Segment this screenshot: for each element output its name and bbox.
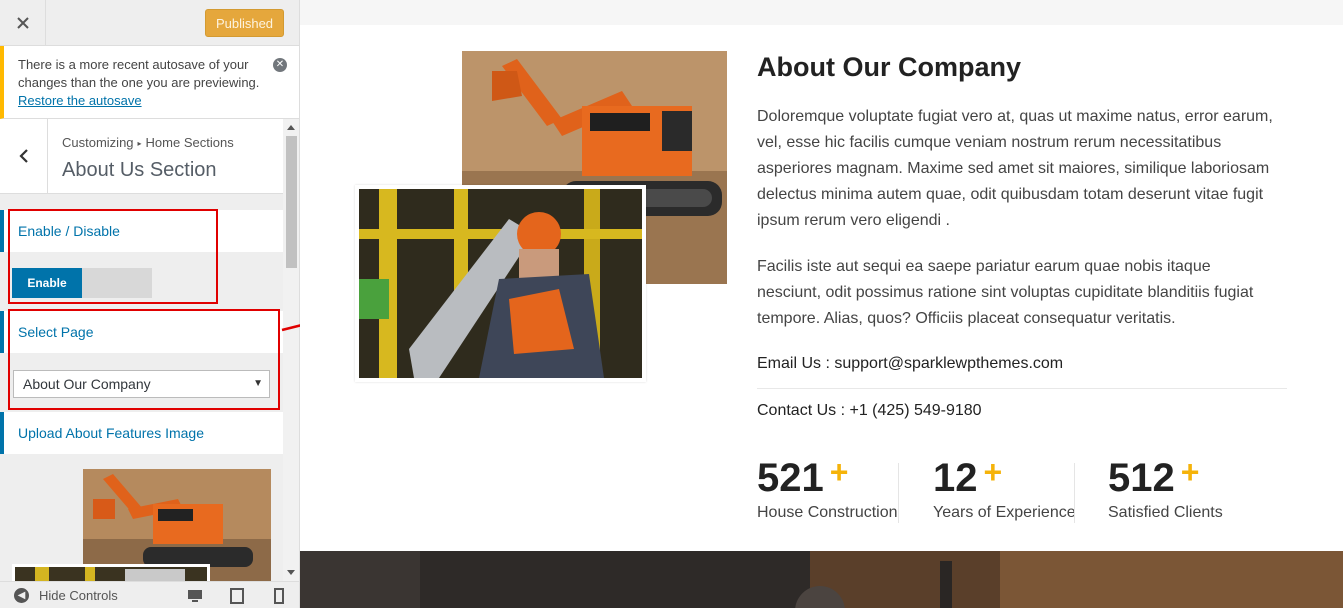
- published-button[interactable]: Published: [205, 9, 284, 37]
- stat-house-construction: 521 + House Construction: [757, 454, 898, 522]
- close-customizer-button[interactable]: [0, 0, 46, 46]
- customizer-footer: ◀ Hide Controls: [0, 581, 299, 608]
- tablet-preview-icon[interactable]: [229, 588, 245, 604]
- worker-photo: [359, 189, 642, 378]
- customizer-sidebar: Published There is a more recent autosav…: [0, 0, 300, 608]
- worker-image-thumb: [15, 567, 207, 581]
- enable-toggle[interactable]: Enable: [12, 268, 152, 298]
- contact-phone: Contact Us : +1 (425) 549-9180: [757, 402, 982, 419]
- dropdown-arrow-icon: ▼: [253, 378, 263, 389]
- page-select-value: About Our Company: [23, 376, 151, 392]
- sidebar-scrollbar[interactable]: [283, 119, 299, 581]
- scroll-thumb[interactable]: [286, 136, 297, 268]
- back-button[interactable]: [0, 119, 48, 193]
- toggle-enable-label: Enable: [12, 268, 82, 298]
- enable-disable-heading: Enable / Disable: [0, 210, 283, 252]
- about-image-worker: [355, 185, 646, 382]
- restore-autosave-link[interactable]: Restore the autosave: [18, 93, 142, 108]
- section-title: About Us Section: [62, 159, 217, 181]
- autosave-notice: There is a more recent autosave of your …: [0, 46, 299, 119]
- dismiss-icon[interactable]: ✕: [273, 58, 287, 72]
- plus-icon: +: [1180, 454, 1200, 490]
- stat-number: 12: [933, 456, 978, 500]
- chevron-left-icon: [18, 149, 28, 163]
- stat-satisfied-clients: 512 + Satisfied Clients: [1108, 454, 1223, 522]
- stat-label: House Construction: [757, 504, 898, 521]
- site-preview: About Our Company Doloremque voluptate f…: [300, 0, 1343, 608]
- about-heading: About Our Company: [757, 52, 1021, 82]
- breadcrumb: Customizing ▸ Home Sections: [62, 135, 234, 150]
- contact-divider: [757, 388, 1287, 389]
- about-paragraph-1: Doloremque voluptate fugiat vero at, qua…: [757, 108, 1273, 229]
- stat-years-experience: 12 + Years of Experience: [933, 454, 1076, 522]
- hide-controls-button[interactable]: ◀ Hide Controls: [14, 588, 118, 603]
- stat-number: 521: [757, 456, 824, 500]
- next-section-preview: [300, 551, 1343, 608]
- breadcrumb-parent: Home Sections: [145, 135, 234, 150]
- dark-section-background: [300, 551, 1343, 608]
- upload-image-heading: Upload About Features Image: [0, 412, 283, 454]
- plus-icon: +: [983, 454, 1003, 490]
- page-select[interactable]: About Our Company ▼: [13, 370, 270, 398]
- customizer-header: Published: [0, 0, 299, 46]
- breadcrumb-root: Customizing: [62, 135, 134, 150]
- arrow-left-circle-icon: ◀: [14, 588, 29, 603]
- scroll-up-icon[interactable]: [287, 125, 295, 130]
- stat-number: 512: [1108, 456, 1175, 500]
- preview-top-strip: [300, 0, 1343, 25]
- breadcrumb-separator: ▸: [137, 139, 142, 148]
- about-paragraph-2: Facilis iste aut sequi ea saepe pariatur…: [757, 258, 1254, 327]
- notice-text: There is a more recent autosave of your …: [18, 57, 260, 90]
- stat-divider: [1074, 463, 1075, 523]
- mobile-preview-icon[interactable]: [271, 588, 287, 604]
- hide-controls-label: Hide Controls: [39, 588, 118, 603]
- stat-divider: [898, 463, 899, 523]
- select-page-heading: Select Page: [0, 311, 283, 353]
- stat-label: Years of Experience: [933, 504, 1076, 521]
- section-header: Customizing ▸ Home Sections About Us Secti…: [0, 119, 283, 194]
- close-icon: [16, 17, 29, 29]
- plus-icon: +: [829, 454, 849, 490]
- contact-email: Email Us : support@sparklewpthemes.com: [757, 355, 1064, 372]
- desktop-preview-icon[interactable]: [187, 588, 203, 604]
- scroll-down-icon[interactable]: [287, 570, 295, 575]
- stat-label: Satisfied Clients: [1108, 504, 1223, 521]
